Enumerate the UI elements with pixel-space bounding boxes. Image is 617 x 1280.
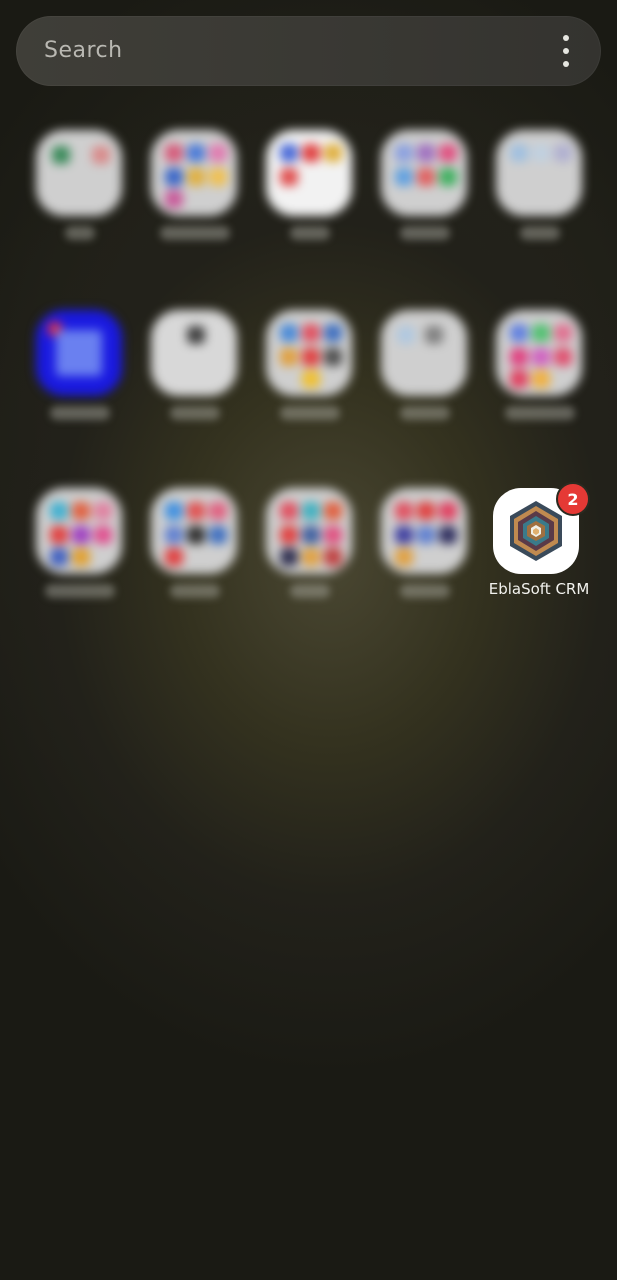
blurred-label bbox=[400, 226, 450, 240]
blurred-label bbox=[280, 406, 340, 420]
blurred-label bbox=[160, 226, 230, 240]
blurred-label bbox=[400, 584, 450, 598]
blurred-label bbox=[290, 584, 330, 598]
folder-icon bbox=[496, 130, 582, 216]
app-icon bbox=[36, 310, 122, 396]
blurred-folder[interactable] bbox=[250, 488, 365, 638]
blurred-folder[interactable] bbox=[20, 488, 135, 638]
blurred-label bbox=[290, 226, 330, 240]
blurred-label bbox=[520, 226, 560, 240]
blurred-folder[interactable] bbox=[480, 310, 595, 460]
folder-icon bbox=[266, 310, 352, 396]
folder-icon bbox=[36, 488, 122, 574]
folder-icon bbox=[266, 488, 352, 574]
blurred-folder[interactable] bbox=[135, 310, 250, 460]
more-vert-icon-dot bbox=[563, 61, 569, 67]
more-vert-icon-dot bbox=[563, 48, 569, 54]
folder-icon bbox=[266, 130, 352, 216]
blurred-folder[interactable] bbox=[135, 130, 250, 280]
app-label: EblaSoft CRM bbox=[488, 580, 590, 598]
blurred-label bbox=[400, 406, 450, 420]
blurred-label bbox=[170, 406, 220, 420]
blurred-folder[interactable] bbox=[135, 488, 250, 638]
blurred-app[interactable] bbox=[20, 310, 135, 460]
eblasoft-crm-app[interactable]: 2 EblaSoft CRM bbox=[480, 482, 598, 608]
blurred-folder[interactable] bbox=[365, 488, 480, 638]
blurred-label bbox=[50, 406, 110, 420]
search-bar[interactable]: Search bbox=[16, 16, 601, 86]
blurred-folder[interactable] bbox=[365, 130, 480, 280]
blurred-folder[interactable] bbox=[365, 310, 480, 460]
blurred-label bbox=[505, 406, 575, 420]
blurred-label bbox=[45, 584, 115, 598]
blurred-folder[interactable] bbox=[250, 310, 365, 460]
search-placeholder: Search bbox=[44, 38, 123, 63]
more-vert-icon-dot bbox=[563, 35, 569, 41]
blurred-folder[interactable] bbox=[480, 130, 595, 280]
folder-icon bbox=[151, 130, 237, 216]
folder-icon bbox=[381, 310, 467, 396]
folder-icon bbox=[151, 310, 237, 396]
blurred-folder[interactable] bbox=[20, 130, 135, 280]
notification-badge: 2 bbox=[556, 482, 590, 516]
folder-icon bbox=[381, 130, 467, 216]
blurred-label bbox=[65, 226, 95, 240]
blurred-folder[interactable] bbox=[250, 130, 365, 280]
folder-icon bbox=[496, 310, 582, 396]
blurred-label bbox=[170, 584, 220, 598]
more-options-button[interactable] bbox=[551, 35, 581, 67]
folder-icon bbox=[381, 488, 467, 574]
folder-icon bbox=[36, 130, 122, 216]
folder-icon bbox=[151, 488, 237, 574]
